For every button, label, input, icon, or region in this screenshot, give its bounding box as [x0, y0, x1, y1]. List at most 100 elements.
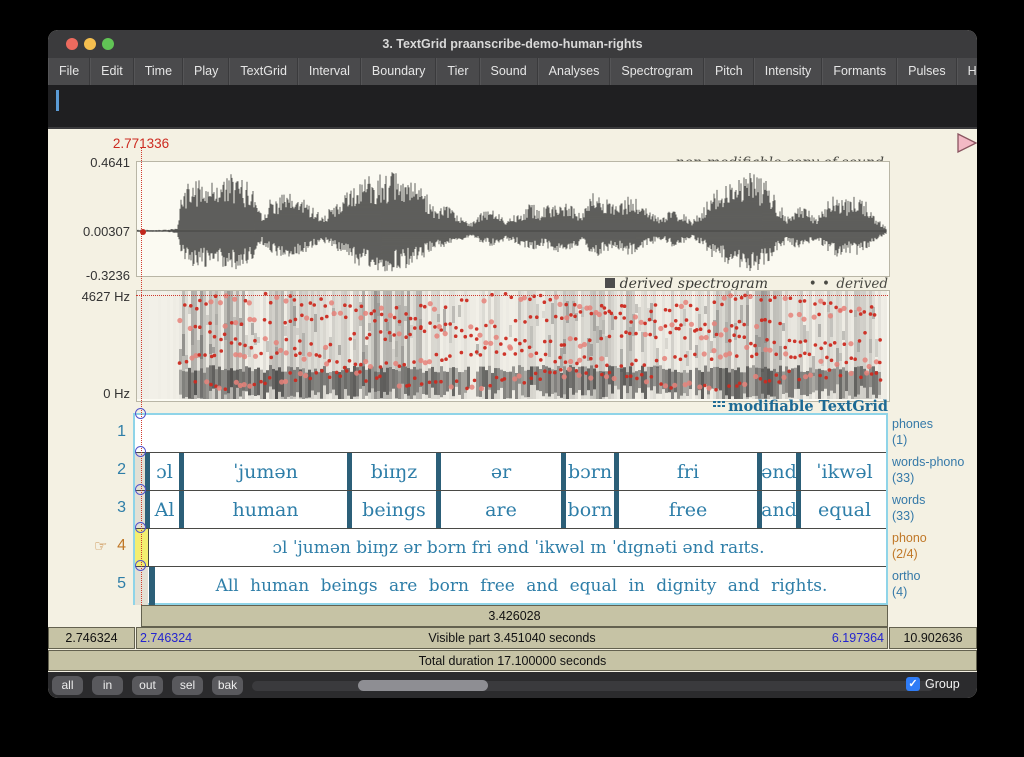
menu-textgrid[interactable]: TextGrid	[229, 58, 298, 85]
interval-cell[interactable]: equal	[796, 491, 888, 528]
tier-words[interactable]: Alhumanbeingsarebornfreeandequal	[135, 491, 886, 529]
tier-count: (33)	[892, 470, 964, 486]
tier-name: phones	[892, 416, 933, 432]
tier-label-words[interactable]: words(33)	[892, 492, 925, 524]
boundary-handle-icon[interactable]	[135, 560, 146, 571]
cursor-amplitude-dot	[140, 229, 146, 235]
interval-cell[interactable]: ˈjumən	[179, 453, 347, 490]
waveform-panel[interactable]	[136, 161, 890, 277]
all-button[interactable]: all	[52, 676, 83, 695]
visible-part-label: Visible part 3.451040 seconds	[137, 631, 887, 645]
text-caret	[56, 90, 59, 111]
menu-pulses[interactable]: Pulses	[897, 58, 957, 85]
menu-interval[interactable]: Interval	[298, 58, 361, 85]
tier-number-5[interactable]: 5	[98, 575, 126, 593]
selected-tier-hand-icon: ☞	[94, 537, 107, 555]
interval-cell[interactable]: ɔl ˈjumən biɪŋz ər bɔrn fri ənd ˈikwəl ɪ…	[148, 529, 888, 566]
textgrid-panel[interactable]: ɔlˈjumənbiɪŋzərbɔrnfriəndˈikwəlAlhumanbe…	[133, 413, 888, 605]
tier-number-1[interactable]: 1	[98, 423, 126, 441]
menu-intensity[interactable]: Intensity	[754, 58, 823, 85]
tier-label-ortho[interactable]: ortho(4)	[892, 568, 921, 600]
tier-count: (1)	[892, 432, 933, 448]
group-checkbox[interactable]: ✓	[906, 677, 920, 691]
time-scrollbar-thumb[interactable]	[358, 680, 488, 691]
tier-words-phono[interactable]: ɔlˈjumənbiɪŋzərbɔrnfriəndˈikwəl	[135, 453, 886, 491]
interval-cell[interactable]: fri	[614, 453, 757, 490]
interval-cell[interactable]: ər	[436, 453, 561, 490]
spectrogram-panel[interactable]	[136, 290, 890, 402]
tier-label-words-phono[interactable]: words-phono(33)	[892, 454, 964, 486]
editor-content: 2.771336 0.4641 0.00307 -0.3236 ~ non-mo…	[48, 129, 977, 672]
wave-ymin-label: -0.3236	[50, 268, 130, 283]
boundary-handle-icon[interactable]	[135, 484, 146, 495]
play-button[interactable]	[956, 133, 977, 153]
menu-spectrogram[interactable]: Spectrogram	[610, 58, 704, 85]
interval-cell[interactable]: ənd	[757, 453, 796, 490]
visible-end-time: 6.197364	[832, 631, 884, 645]
tier-count: (2/4)	[892, 546, 927, 562]
bottom-control-bar: allinoutselbak ✓ Group	[48, 672, 977, 698]
tier-count: (4)	[892, 584, 921, 600]
menu-play[interactable]: Play	[183, 58, 229, 85]
interval-cell[interactable]: ɔl	[145, 453, 179, 490]
boundary-handle-icon[interactable]	[135, 522, 146, 533]
cursor-line[interactable]	[141, 147, 142, 605]
wave-ymax-label: 0.4641	[50, 155, 130, 170]
interval-cell[interactable]: bɔrn	[561, 453, 614, 490]
tier-count: (33)	[892, 508, 925, 524]
sel-button[interactable]: sel	[172, 676, 203, 695]
right-outside-bar[interactable]: 10.902636	[889, 627, 977, 649]
menu-help[interactable]: Help	[957, 58, 977, 85]
interval-cell[interactable]: and	[757, 491, 796, 528]
tier-label-phones[interactable]: phones(1)	[892, 416, 933, 448]
menu-formants[interactable]: Formants	[822, 58, 897, 85]
title-bar[interactable]: 3. TextGrid praanscribe-demo-human-right…	[48, 30, 977, 59]
menu-tier[interactable]: Tier	[436, 58, 479, 85]
in-button[interactable]: in	[92, 676, 123, 695]
tier-number-2[interactable]: 2	[98, 461, 126, 479]
group-toggle[interactable]: ✓ Group	[906, 677, 960, 691]
interval-cell[interactable]: born	[561, 491, 614, 528]
interval-cell[interactable]: Al	[145, 491, 179, 528]
window-title: 3. TextGrid praanscribe-demo-human-right…	[48, 30, 977, 58]
interval-cell[interactable]: biɪŋz	[347, 453, 436, 490]
tier-name: ortho	[892, 568, 921, 584]
boundary-handle-icon[interactable]	[135, 408, 146, 419]
tier-phono[interactable]: ɔl ˈjumən biɪŋz ər bɔrn fri ənd ˈikwəl ɪ…	[135, 529, 886, 567]
menu-time[interactable]: Time	[134, 58, 183, 85]
visible-part-bar[interactable]: 2.746324 Visible part 3.451040 seconds 6…	[136, 627, 888, 649]
empty-edge-interval[interactable]	[135, 567, 148, 605]
menu-sound[interactable]: Sound	[480, 58, 538, 85]
menu-edit[interactable]: Edit	[90, 58, 134, 85]
out-button[interactable]: out	[132, 676, 163, 695]
interval-cell[interactable]: human	[179, 491, 347, 528]
interval-cell[interactable]: are	[436, 491, 561, 528]
interval-cell[interactable]: All human beings are born free and equal…	[149, 567, 888, 605]
total-duration-bar[interactable]: Total duration 17.100000 seconds	[48, 650, 977, 671]
menu-pitch[interactable]: Pitch	[704, 58, 754, 85]
interval-text-field[interactable]	[48, 85, 977, 129]
menu-file[interactable]: File	[48, 58, 90, 85]
spec-fmin-label: 0 Hz	[50, 386, 130, 401]
tier-number-3[interactable]: 3	[98, 499, 126, 517]
interval-cell[interactable]: ˈikwəl	[796, 453, 888, 490]
praat-textgrid-editor: 3. TextGrid praanscribe-demo-human-right…	[0, 0, 1024, 757]
left-outside-bar[interactable]: 2.746324	[48, 627, 135, 649]
cursor-to-end-bar[interactable]: 3.426028	[141, 605, 888, 627]
time-scrollbar[interactable]	[252, 681, 934, 691]
tier-phones[interactable]	[135, 415, 886, 453]
menu-boundary[interactable]: Boundary	[361, 58, 437, 85]
tier-ortho[interactable]: All human beings are born free and equal…	[135, 567, 886, 605]
wave-cursor-value-label: 0.00307	[50, 224, 130, 239]
spectrogram-swatch-icon	[605, 278, 615, 288]
group-label: Group	[925, 677, 960, 691]
interval-cell[interactable]	[135, 415, 888, 452]
tier-label-phono[interactable]: phono(2/4)	[892, 530, 927, 562]
menu-analyses[interactable]: Analyses	[538, 58, 611, 85]
bak-button[interactable]: bak	[212, 676, 243, 695]
waveform-plot[interactable]	[137, 162, 887, 274]
boundary-handle-icon[interactable]	[135, 446, 146, 457]
interval-cell[interactable]: free	[614, 491, 757, 528]
interval-cell[interactable]: beings	[347, 491, 436, 528]
spectrogram-plot[interactable]	[137, 291, 887, 399]
